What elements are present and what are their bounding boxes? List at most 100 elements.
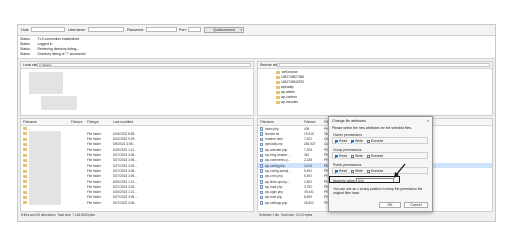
file-name: wp-load.php [265,184,283,189]
quickconnect-button[interactable]: Quickconnect ▾ [204,27,244,33]
tree-item[interactable]: 1482742542570 [276,80,304,84]
public-execute-checkbox[interactable] [367,169,370,173]
file-size: 3,792 [304,184,312,189]
public-write-checkbox[interactable] [351,169,354,173]
file-size: 405 [304,126,310,131]
folder-icon [23,143,27,147]
local-file-list[interactable]: Filename Filesize Filetype Last modified… [20,118,254,212]
owner-execute-checkbox[interactable] [367,139,370,143]
file-type: File folder [87,131,101,136]
log-label: Status: [20,52,31,56]
file-size: 19,915 [304,131,314,136]
tree-item[interactable]: wpbuddy [276,85,294,89]
file-name: wp-cron.php [265,174,283,179]
folder-icon [23,158,27,162]
local-site-input[interactable]: C:\Users\ [37,63,251,67]
file-type: File folder [87,158,101,163]
folder-icon [23,190,27,194]
column-header[interactable]: Filename [23,120,37,124]
column-header[interactable]: Last modified [113,120,133,124]
ok-button[interactable]: OK [379,202,401,208]
checkbox-label: Write [355,139,363,143]
file-name [23,174,28,178]
file-icon [260,195,263,200]
folder-icon [23,132,27,136]
file-icon [260,190,263,195]
file-icon [260,153,263,157]
file-size: 5,492 [304,174,312,179]
folder-icon [23,127,27,131]
file-type: File folder [87,137,101,142]
file-icon [260,201,263,205]
log-line: Status: TLS connection established. [20,37,80,41]
file-name: readme.html [265,137,283,142]
file-type: File folder [87,142,101,147]
file-modified: 5/27/2023 3:05... [113,153,137,157]
file-name [23,137,28,141]
column-header[interactable]: Filesize [304,120,316,124]
file-icon [260,174,263,179]
log-text: Directory listing of "/" successful [37,52,86,56]
column-header[interactable]: Filesize [71,120,83,124]
file-modified: 6/15/2023 8:55... [113,131,137,136]
file-name [23,195,28,200]
chevron-down-icon[interactable]: ▾ [240,28,242,33]
file-name [23,164,28,168]
file-type: File folder [87,153,101,157]
file-type: File folder [87,174,101,179]
file-icon [260,137,263,142]
group-read-checkbox[interactable] [335,154,338,158]
tree-item[interactable]: .well-known [276,70,298,74]
file-name [23,190,28,194]
file-icon [260,169,263,173]
log-text: TLS connection established. [37,37,81,41]
annotation-arrow-icon [394,163,406,178]
host-input[interactable] [31,27,65,32]
username-input[interactable] [88,27,124,32]
file-name: wp-comments-p... [265,158,291,163]
file-type: File folder [87,147,101,152]
close-icon[interactable]: × [427,118,429,123]
checkbox-label: Write [355,154,363,158]
local-list-header: Filename Filesize Filetype Last modified [21,119,253,126]
remote-site-bar: Remote site: / [258,62,492,69]
group-write-checkbox[interactable] [351,154,354,158]
port-input[interactable] [188,27,201,32]
tree-item[interactable]: 1482749827365 [276,75,304,79]
password-input[interactable] [146,27,177,32]
group-execute-checkbox[interactable] [367,154,370,158]
folder-icon [23,148,27,152]
file-name: .. [23,127,30,131]
file-size: 3,013 [304,163,312,168]
log-label: Status: [20,42,31,46]
file-name: index.php [265,126,279,131]
file-name: wp-config.php [265,163,285,168]
file-modified: 6/5/2022 4:08... [113,142,136,147]
column-header[interactable]: Filetype [87,120,99,124]
tree-item[interactable]: wp-content [276,95,297,99]
remote-site-input[interactable]: / [277,63,490,67]
host-label: Host: [21,28,30,32]
owner-read-checkbox[interactable] [335,139,338,143]
file-modified: 5/27/2023 3:05... [113,184,137,189]
quickconnect-button-label: Quickconnect [213,28,235,32]
file-name: license.txt [265,131,280,136]
remote-tree-pane[interactable]: Remote site: / .well-known 1482749827365… [257,61,493,116]
folder-icon [23,201,27,205]
file-size: 265,537 [304,142,316,147]
message-log[interactable]: Status: TLS connection established. Stat… [18,36,495,59]
file-size: 2,338 [304,158,312,163]
cancel-button[interactable]: Cancel [404,202,428,208]
folder-icon [23,174,27,178]
file-icon [260,132,263,136]
owner-write-checkbox[interactable] [351,139,354,143]
column-header[interactable]: Filename [260,120,274,124]
tree-item[interactable]: wp-admin [276,90,295,94]
tree-item[interactable]: wp-includes [276,100,298,104]
file-modified: 5/27/2023 3:05... [113,195,137,200]
public-read-checkbox[interactable] [335,169,338,173]
file-name [23,153,28,157]
checkbox-label: Read [339,169,348,173]
local-tree-pane[interactable]: Local site: C:\Users\ [20,61,254,116]
file-size: 49,441 [304,190,314,195]
